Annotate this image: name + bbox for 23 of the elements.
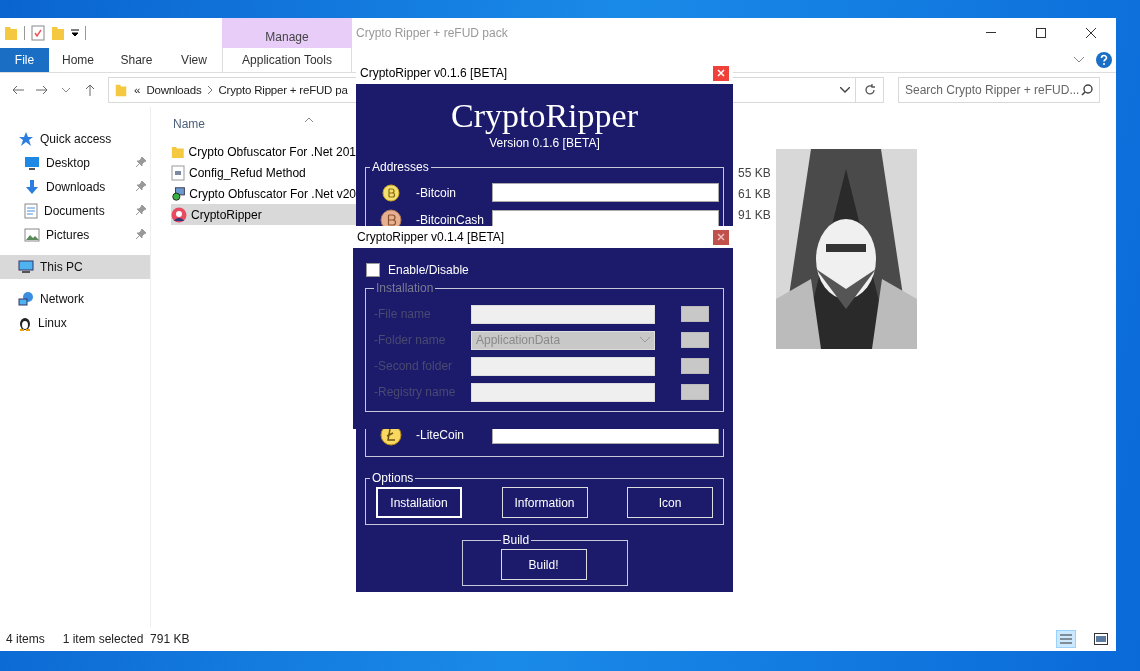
app-heading: CryptoRipper [450,98,639,134]
selection-info: 1 item selected 791 KB [62,632,190,646]
file-size: 61 KB [738,186,771,201]
version-label: Version 0.1.6 [BETA] [488,136,601,150]
file-name: Crypto Obfuscator For .Net v20 [189,186,356,201]
group-label: Build [501,533,531,547]
group-label: Installation [375,281,435,295]
item-count: 4 items [6,632,45,646]
file-size: 55 KB [738,165,771,180]
file-name: CryptoRipper [191,207,262,222]
file-name: Config_Refud Method [189,165,306,180]
file-name: Crypto Obfuscator For .Net 201 [188,144,356,159]
coin-label: -BitcoinCash [416,212,486,227]
context-tab-label: Manage [222,18,352,48]
coin-label: -Bitcoin [416,185,457,200]
window-title: CryptoRipper v0.1.6 [BETA] [360,66,508,80]
checkbox-label: Enable/Disable [388,263,469,277]
window-title: Crypto Ripper + reFUD pack [355,25,509,42]
file-size: 91 KB [738,207,771,222]
window-title: CryptoRipper v0.1.4 [BETA] [357,230,505,244]
coin-label: -LiteCoin [416,427,466,442]
group-label: Addresses [371,160,430,174]
group-label: Options [371,471,415,485]
